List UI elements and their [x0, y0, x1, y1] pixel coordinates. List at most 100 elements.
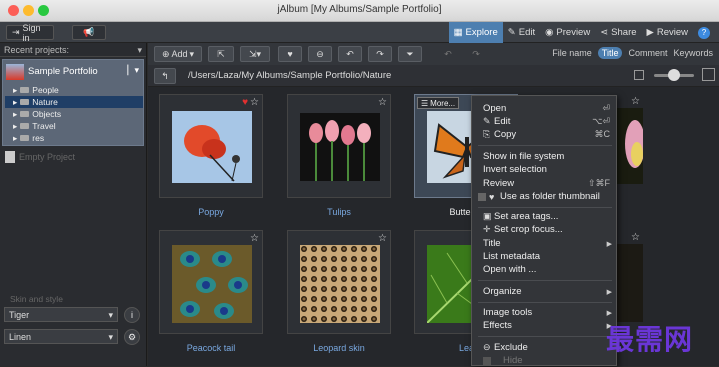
add-button[interactable]: ⊕ Add ▾ [154, 46, 202, 62]
share-icon: ⋖ [600, 27, 609, 38]
menu-item-exclude[interactable]: ⊖ Exclude [472, 341, 618, 354]
minus-circle-icon: ⊖ [483, 342, 491, 352]
star-icon[interactable]: ☆ [378, 97, 387, 108]
menu-item-show-in-file-system[interactable]: Show in file system [472, 150, 618, 163]
crosshair-icon: ✛ [483, 224, 491, 234]
thumbnail-caption[interactable]: Peacock tail [159, 343, 263, 353]
menu-item-list-metadata[interactable]: List metadata [472, 250, 618, 263]
area-tag-icon: ▣ [483, 211, 492, 221]
window-title: jAlbum [My Albums/Sample Portfolio] [277, 4, 442, 15]
tab-explore[interactable]: ▦ Explore [448, 22, 503, 43]
style-select[interactable]: Linen ▾ [4, 329, 118, 344]
skin-settings-button[interactable]: ⚙ [124, 329, 140, 345]
view-option-filename[interactable]: File name [552, 48, 592, 58]
thumbnail-caption[interactable]: Leopard skin [287, 343, 391, 353]
folder-icon [20, 99, 30, 105]
project-sample-portfolio[interactable]: Sample Portfolio ▏▾ ▸ People ▸ Nature ▸ Obj… [2, 59, 144, 146]
menu-item-open[interactable]: Open ⏎ [472, 102, 618, 115]
large-thumb-icon [702, 68, 715, 81]
favorite-button[interactable]: ♥ [278, 46, 302, 62]
heart-icon: ♥ [287, 49, 293, 59]
undo-button[interactable]: ↶ [438, 46, 458, 62]
submenu-arrow-icon: ▶ [606, 288, 612, 296]
parent-folder-button[interactable]: ↰ [154, 68, 176, 84]
view-option-keywords[interactable]: Keywords [673, 48, 713, 58]
thumbnail-caption[interactable]: Tulips [287, 207, 391, 217]
expand-icon: ▸ [13, 108, 18, 119]
tab-edit[interactable]: ✎ Edit [503, 22, 540, 43]
tab-review[interactable]: ▶ Review [642, 22, 693, 43]
folder-res[interactable]: ▸ res [13, 132, 44, 144]
folder-nature[interactable]: ▸ Nature [5, 96, 143, 108]
thumbnail-peacock-tail[interactable]: ☆ Peacock tail [159, 230, 263, 353]
view-option-title[interactable]: Title [597, 47, 623, 59]
checkbox-icon [478, 192, 486, 201]
sign-in-icon: ⇥ [12, 27, 20, 37]
view-option-comment[interactable]: Comment [628, 48, 667, 58]
watermark-text: 最需网 [606, 323, 694, 356]
menu-item-image-tools[interactable]: Image tools ▶ [472, 306, 618, 319]
menu-item-hide[interactable]: Hide [472, 354, 618, 367]
exclude-button[interactable]: ⊖ [308, 46, 332, 62]
menu-item-invert-selection[interactable]: Invert selection [472, 163, 618, 176]
announce-button[interactable]: 📢 [72, 25, 106, 40]
path-bar: ↰ /Users/Laza/My Albums/Sample Portfolio… [148, 65, 719, 87]
menu-item-open-with[interactable]: Open with ... [472, 263, 618, 276]
menu-item-copy[interactable]: ⎘ Copy ⌘C [472, 128, 618, 141]
recent-projects-header[interactable]: Recent projects: ▾ [0, 43, 146, 57]
thumbnail-frame: ☆ [287, 94, 391, 198]
poppy-image [172, 111, 252, 183]
new-folder-button[interactable]: ⇱ [208, 46, 234, 62]
export-button[interactable]: ⇲▾ [240, 46, 270, 62]
pencil-icon: ✎ [507, 27, 516, 38]
eye-icon: ◉ [545, 27, 554, 38]
menu-item-review[interactable]: Review ⇧⌘F [472, 177, 618, 190]
tab-share[interactable]: ⋖ Share [595, 22, 641, 43]
menu-item-edit[interactable]: ✎ Edit ⌥⏎ [472, 115, 618, 128]
folder-people[interactable]: ▸ People [13, 84, 59, 96]
star-icon[interactable]: ☆ [378, 233, 387, 244]
star-icon[interactable]: ☆ [250, 233, 259, 244]
expand-icon: ▸ [13, 132, 18, 143]
tab-preview[interactable]: ◉ Preview [540, 22, 595, 43]
menu-item-title[interactable]: Title ▶ [472, 237, 618, 250]
thumbnail-frame: ♥ ☆ [159, 94, 263, 198]
slider-handle[interactable] [668, 69, 680, 81]
sign-in-button[interactable]: ⇥ Sign in [6, 23, 54, 43]
folder-objects[interactable]: ▸ Objects [13, 108, 61, 120]
help-button[interactable]: ? [693, 22, 715, 43]
filter-button[interactable]: ⏷ [398, 46, 422, 62]
star-icon[interactable]: ☆ [250, 97, 259, 108]
thumbnail-caption[interactable]: Poppy [159, 207, 263, 217]
folder-icon [20, 87, 30, 93]
redo-button[interactable]: ↷ [466, 46, 486, 62]
thumbnail-tulips[interactable]: ☆ Tulips [287, 94, 391, 217]
heart-icon: ♥ [489, 191, 495, 202]
menu-item-set-crop-focus[interactable]: ✛ Set crop focus... [472, 223, 618, 236]
leopard-image [300, 245, 380, 323]
thumbnail-poppy[interactable]: ♥ ☆ Poppy [159, 94, 263, 217]
menu-item-organize[interactable]: Organize ▶ [472, 285, 618, 298]
rotate-right-button[interactable]: ↷ [368, 46, 392, 62]
skin-select[interactable]: Tiger ▾ [4, 307, 118, 322]
grid-icon: ▦ [453, 27, 463, 38]
project-empty[interactable]: Empty Project [5, 151, 75, 163]
menu-item-effects[interactable]: Effects ▶ [472, 319, 618, 332]
copy-icon: ⎘ [483, 129, 491, 139]
main-topbar: ⇥ Sign in 📢 ▦ Explore ✎ Edit ◉ Preview ⋖ Sha… [0, 22, 719, 43]
skin-info-button[interactable]: i [124, 307, 140, 323]
flower-image [617, 108, 643, 184]
rotate-left-button[interactable]: ↶ [338, 46, 362, 62]
star-icon[interactable]: ☆ [631, 232, 640, 243]
thumbnail-frame: ☆ [287, 230, 391, 334]
menu-item-set-area-tags[interactable]: ▣ Set area tags... [472, 210, 618, 223]
star-icon[interactable]: ☆ [631, 96, 640, 107]
folder-travel[interactable]: ▸ Travel [13, 120, 56, 132]
explore-toolbar: ⊕ Add ▾ ⇱ ⇲▾ ♥ ⊖ ↶ ↷ ⏷ ↶ ↷ File name Title… [148, 43, 719, 65]
menu-item-use-as-folder-thumbnail[interactable]: ♥ Use as folder thumbnail [472, 190, 618, 203]
project-menu-icon[interactable]: ▏▾ [128, 65, 139, 76]
more-button[interactable]: ☰ More... [417, 97, 460, 109]
thumbnail-leopard-skin[interactable]: ☆ Leopard skin [287, 230, 391, 353]
favorite-heart-icon[interactable]: ♥ [242, 97, 248, 108]
arrow-up-left-icon: ↰ [161, 70, 169, 81]
